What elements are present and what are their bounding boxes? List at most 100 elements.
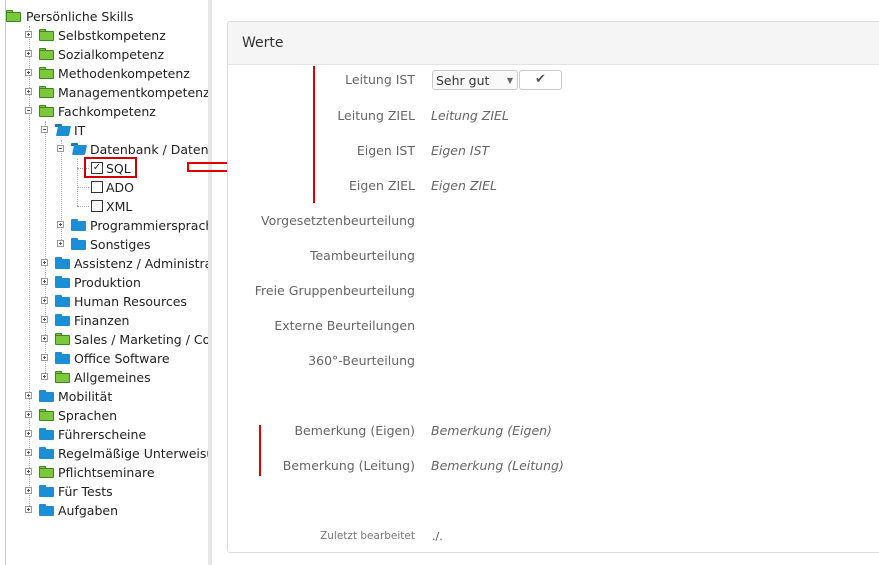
- expand-icon[interactable]: [25, 411, 32, 418]
- tree-item-label: Selbstkompetenz: [58, 28, 166, 43]
- confirm-button[interactable]: ✔: [519, 70, 562, 90]
- tree-connector: [61, 140, 62, 244]
- value-eigen-ist[interactable]: Eigen IST: [431, 143, 489, 158]
- value-bemerkung-eigen[interactable]: Bemerkung (Eigen): [431, 423, 552, 438]
- expand-icon[interactable]: [25, 468, 32, 475]
- label-leitung-ziel: Leitung ZIEL: [337, 108, 415, 123]
- tree-root-label: Persönliche Skills: [26, 9, 134, 24]
- expand-icon[interactable]: [25, 69, 32, 76]
- label-leitung-ist: Leitung IST: [345, 72, 415, 87]
- expand-icon[interactable]: [25, 392, 32, 399]
- expand-icon[interactable]: [41, 316, 48, 323]
- tree-item-label: Managementkompetenz: [58, 85, 208, 100]
- panel-title: Werte: [242, 35, 284, 51]
- label-360-beurteilung: 360°-Beurteilung: [308, 353, 415, 368]
- tree-connector: [29, 26, 30, 510]
- folder-icon: [39, 504, 54, 516]
- expand-icon[interactable]: [41, 278, 48, 285]
- folder-icon: [71, 219, 86, 231]
- label-bemerkung-eigen: Bemerkung (Eigen): [294, 423, 415, 438]
- collapse-icon[interactable]: [25, 107, 32, 114]
- folder-icon: [55, 276, 70, 288]
- tree-item-label: Pflichtseminare: [58, 465, 155, 480]
- tree-item-label: Regelmäßige Unterweisungen: [58, 446, 208, 461]
- folder-icon: [6, 10, 21, 22]
- tree-item-label: Sales / Marketing / Communication: [74, 332, 208, 347]
- folder-icon: [39, 447, 54, 459]
- label-eigen-ist: Eigen IST: [356, 143, 415, 158]
- tree-item-label: Mobilität: [58, 389, 113, 404]
- label-teambeurteilung: Teambeurteilung: [309, 248, 415, 263]
- folder-icon: [55, 333, 70, 345]
- check-icon: ✔: [535, 72, 546, 87]
- label-freie-gruppenbeurteilung: Freie Gruppenbeurteilung: [254, 283, 415, 298]
- expand-icon[interactable]: [41, 335, 48, 342]
- folder-icon: [39, 409, 54, 421]
- tree-border: [5, 0, 6, 565]
- expand-icon[interactable]: [41, 354, 48, 361]
- tree-item-label: XML: [106, 199, 133, 214]
- last-edited-value: ./.: [432, 530, 443, 543]
- tree-connector: [77, 206, 89, 207]
- last-edited-label: Zuletzt bearbeitet: [320, 530, 415, 542]
- collapse-icon[interactable]: [41, 126, 48, 133]
- leitung-ist-select[interactable]: Sehr gut ▼: [432, 70, 518, 90]
- checkbox-icon[interactable]: [91, 200, 103, 212]
- tree-item-label: Methodenkompetenz: [58, 66, 190, 81]
- tree-item-label: Finanzen: [74, 313, 130, 328]
- value-bemerkung-leitung[interactable]: Bemerkung (Leitung): [431, 458, 564, 473]
- expand-icon[interactable]: [25, 88, 32, 95]
- expand-icon[interactable]: [25, 449, 32, 456]
- skills-tree: Persönliche Skills Selbstkompetenz Sozia…: [0, 0, 208, 565]
- expand-icon[interactable]: [25, 487, 32, 494]
- folder-icon: [39, 485, 54, 497]
- expand-icon[interactable]: [25, 50, 32, 57]
- folder-icon: [39, 86, 54, 98]
- folder-icon: [39, 48, 54, 60]
- label-bemerkung-leitung: Bemerkung (Leitung): [282, 458, 415, 473]
- folder-icon: [39, 105, 54, 117]
- select-value: Sehr gut: [436, 73, 490, 88]
- folder-icon: [55, 371, 70, 383]
- tree-connector: [77, 187, 89, 188]
- tree-item-label: Office Software: [74, 351, 170, 366]
- label-externe-beurteilungen: Externe Beurteilungen: [274, 318, 415, 333]
- expand-icon[interactable]: [57, 221, 64, 228]
- folder-icon: [55, 257, 70, 269]
- expand-icon[interactable]: [41, 373, 48, 380]
- tree-item-label: Allgemeines: [74, 370, 151, 385]
- tree-item-label: Assistenz / Administration: [74, 256, 208, 271]
- tree-item-label: IT: [74, 123, 86, 138]
- expand-icon[interactable]: [25, 506, 32, 513]
- folder-icon: [55, 314, 70, 326]
- folder-open-icon: [55, 124, 72, 136]
- checkbox-icon[interactable]: [91, 181, 103, 193]
- tree-item-label: Sprachen: [58, 408, 118, 423]
- value-eigen-ziel[interactable]: Eigen ZIEL: [431, 178, 497, 193]
- tree-item-label: ADO: [106, 180, 135, 195]
- label-vorgesetztenbeurteilung: Vorgesetztenbeurteilung: [261, 213, 415, 228]
- expand-icon[interactable]: [25, 430, 32, 437]
- folder-icon: [71, 238, 86, 250]
- chevron-down-icon: ▼: [506, 76, 513, 85]
- folder-open-icon: [71, 143, 88, 155]
- panel-splitter[interactable]: [208, 0, 212, 565]
- folder-icon: [39, 466, 54, 478]
- expand-icon[interactable]: [41, 259, 48, 266]
- tree-item-label: Produktion: [74, 275, 141, 290]
- folder-icon: [39, 29, 54, 41]
- folder-icon: [55, 352, 70, 364]
- folder-icon: [39, 390, 54, 402]
- label-eigen-ziel: Eigen ZIEL: [348, 178, 415, 193]
- expand-icon[interactable]: [57, 240, 64, 247]
- annotation-bar: [313, 66, 315, 203]
- expand-icon[interactable]: [41, 297, 48, 304]
- expand-icon[interactable]: [25, 31, 32, 38]
- folder-icon: [39, 428, 54, 440]
- folder-icon: [55, 295, 70, 307]
- value-leitung-ziel[interactable]: Leitung ZIEL: [431, 108, 509, 123]
- tree-item-label: Sonstiges: [90, 237, 151, 252]
- annotation-bar: [259, 425, 261, 476]
- tree-item-label: Für Tests: [58, 484, 113, 499]
- collapse-icon[interactable]: [57, 145, 64, 152]
